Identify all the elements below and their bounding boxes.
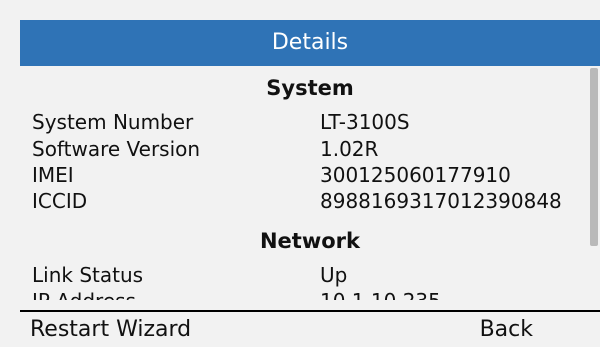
row-value: 300125060177910 [320,163,511,187]
row-label: Software Version [32,137,201,161]
details-screen: Details System System Number LT-3100S So… [20,20,600,347]
row-iccid: ICCID 8988169317012390848 [20,187,580,215]
row-label: System Number [32,110,194,134]
row-ip-address: IP Address 10.1.10.235 [20,287,580,300]
row-value: Up [320,263,348,287]
row-label: IMEI [32,163,74,187]
row-software-version: Software Version 1.02R [20,135,580,163]
scrollbar-thumb[interactable] [590,68,598,246]
row-value: 8988169317012390848 [320,189,562,213]
footer-softkeys: Restart Wizard Back [20,312,600,347]
section-title-network: Network [259,229,360,253]
row-value: 1.02R [320,137,379,161]
restart-wizard-button[interactable]: Restart Wizard [30,312,191,347]
page-title: Details [20,20,600,66]
row-system-number: System Number LT-3100S [20,108,580,136]
row-label: IP Address [32,287,136,300]
row-label: Link Status [32,263,144,287]
row-value: LT-3100S [320,110,410,134]
section-title-system: System [266,76,354,100]
scrollbar[interactable] [590,68,598,298]
back-button[interactable]: Back [480,312,533,347]
row-value: 10.1.10.235 [320,287,441,300]
row-link-status: Link Status Up [20,261,580,289]
details-list[interactable]: System System Number LT-3100S Software V… [20,66,600,300]
row-label: ICCID [32,189,88,213]
row-imei: IMEI 300125060177910 [20,161,580,189]
